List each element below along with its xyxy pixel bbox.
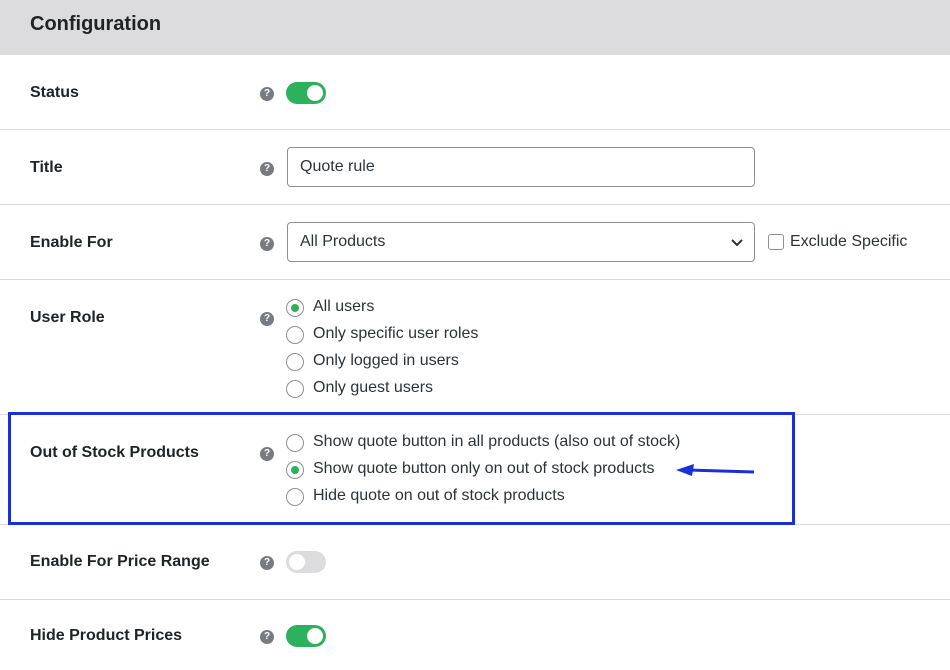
enable-for-label: Enable For <box>30 234 113 251</box>
help-icon[interactable]: ? <box>260 556 274 570</box>
radio-button[interactable] <box>286 488 304 506</box>
price-range-label: Enable For Price Range <box>30 553 210 570</box>
help-icon[interactable]: ? <box>260 87 274 101</box>
radio-button[interactable] <box>286 380 304 398</box>
row-hide-prices: Hide Product Prices ? <box>0 600 950 670</box>
radio-button[interactable] <box>286 353 304 371</box>
exclude-specific-label: Exclude Specific <box>790 233 908 250</box>
help-icon[interactable]: ? <box>260 162 274 176</box>
help-icon[interactable]: ? <box>260 447 274 461</box>
hide-prices-label: Hide Product Prices <box>30 627 183 644</box>
row-title: Title ? Quote rule <box>0 130 950 205</box>
exclude-specific-checkbox[interactable] <box>768 234 784 250</box>
arrow-left-icon <box>676 464 755 476</box>
row-enable-for: Enable For ? All Products Exclude Specif… <box>0 205 950 280</box>
row-user-role: User Role ? All users Only specific user… <box>0 280 950 415</box>
out-of-stock-label: Out of Stock Products <box>30 444 199 461</box>
radio-button[interactable] <box>286 299 304 317</box>
page-title: Configuration <box>30 13 162 35</box>
enable-for-select[interactable]: All Products <box>287 222 755 262</box>
toggle-knob <box>307 85 323 101</box>
radio-label: Hide quote on out of stock products <box>313 487 565 504</box>
radio-button[interactable] <box>286 461 304 479</box>
radio-label: Only specific user roles <box>313 325 479 342</box>
title-input-value: Quote rule <box>300 158 375 175</box>
radio-button[interactable] <box>286 434 304 452</box>
toggle-knob <box>307 628 323 644</box>
chevron-down-icon <box>731 239 743 247</box>
row-status: Status ? <box>0 55 950 130</box>
status-label: Status <box>30 84 79 101</box>
help-icon[interactable]: ? <box>260 312 274 326</box>
config-header: Configuration <box>0 0 950 55</box>
radio-label: Only guest users <box>313 379 434 396</box>
toggle-knob <box>289 554 305 570</box>
radio-label: Show quote button only on out of stock p… <box>313 460 655 477</box>
hide-prices-toggle[interactable] <box>286 625 326 647</box>
radio-label: Only logged in users <box>313 352 459 369</box>
price-range-toggle[interactable] <box>286 551 326 573</box>
radio-label: All users <box>313 298 375 315</box>
help-icon[interactable]: ? <box>260 630 274 644</box>
row-out-of-stock: Out of Stock Products ? Show quote butto… <box>0 415 950 525</box>
enable-for-selected: All Products <box>300 233 386 250</box>
radio-button[interactable] <box>286 326 304 344</box>
title-label: Title <box>30 159 63 176</box>
help-icon[interactable]: ? <box>260 237 274 251</box>
radio-label: Show quote button in all products (also … <box>313 433 681 450</box>
user-role-label: User Role <box>30 309 105 326</box>
title-input[interactable]: Quote rule <box>287 147 755 187</box>
status-toggle[interactable] <box>286 82 326 104</box>
row-price-range: Enable For Price Range ? <box>0 525 950 600</box>
